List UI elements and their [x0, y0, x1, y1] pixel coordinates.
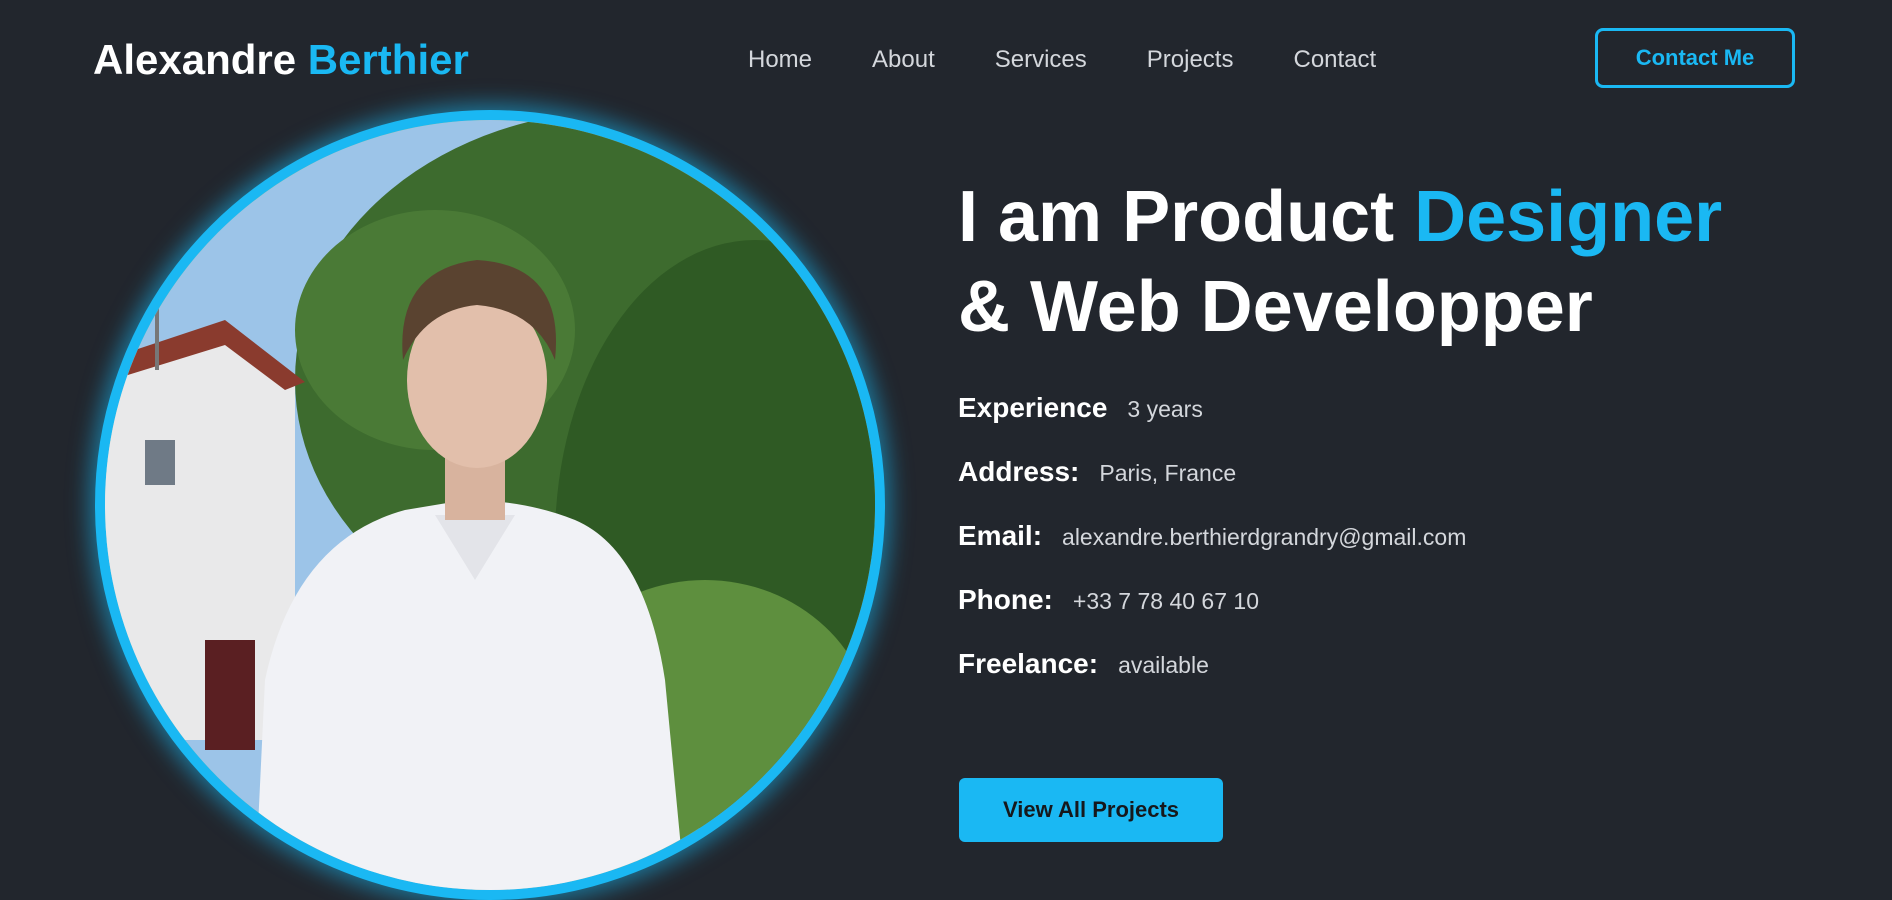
info-label: Email: [958, 520, 1043, 551]
info-label: Experience [958, 392, 1108, 423]
title-line2: & Web Developper [958, 267, 1593, 347]
portrait-photo-icon [105, 120, 875, 890]
hero-heading: I am Product Designer & Web Developper [958, 172, 1722, 352]
nav-contact[interactable]: Contact [1293, 46, 1376, 74]
main-nav: Home About Services Projects Contact [748, 46, 1376, 74]
hero-title: I am Product Designer & Web Developper [958, 172, 1722, 352]
info-row-phone: Phone: +33 7 78 40 67 10 [958, 584, 1466, 648]
profile-photo [95, 110, 885, 900]
info-value: available [1118, 652, 1209, 678]
info-row-email: Email: alexandre.berthierdgrandry@gmail.… [958, 520, 1466, 584]
logo-last-name: Berthier [307, 36, 469, 83]
title-part1: I am Product [958, 177, 1395, 257]
info-value: alexandre.berthierdgrandry@gmail.com [1062, 524, 1467, 550]
site-logo[interactable]: Alexandre Berthier [93, 36, 469, 84]
info-label: Address: [958, 456, 1080, 487]
info-row-address: Address: Paris, France [958, 456, 1466, 520]
logo-first-name: Alexandre [93, 36, 297, 83]
contact-me-button[interactable]: Contact Me [1595, 28, 1795, 88]
nav-services[interactable]: Services [995, 46, 1087, 74]
info-row-freelance: Freelance: available [958, 648, 1466, 712]
nav-projects[interactable]: Projects [1147, 46, 1234, 74]
info-value: Paris, France [1099, 460, 1237, 486]
info-label: Freelance: [958, 648, 1099, 679]
view-all-projects-button[interactable]: View All Projects [959, 778, 1223, 842]
site-header: Alexandre Berthier Home About Services P… [0, 0, 1892, 120]
nav-home[interactable]: Home [748, 46, 812, 74]
info-value: 3 years [1127, 396, 1203, 422]
info-list: Experience 3 years Address: Paris, Franc… [958, 392, 1466, 712]
info-row-experience: Experience 3 years [958, 392, 1466, 456]
nav-about[interactable]: About [872, 46, 935, 74]
info-label: Phone: [958, 584, 1053, 615]
info-value: +33 7 78 40 67 10 [1072, 588, 1259, 614]
title-accent: Designer [1414, 177, 1723, 257]
